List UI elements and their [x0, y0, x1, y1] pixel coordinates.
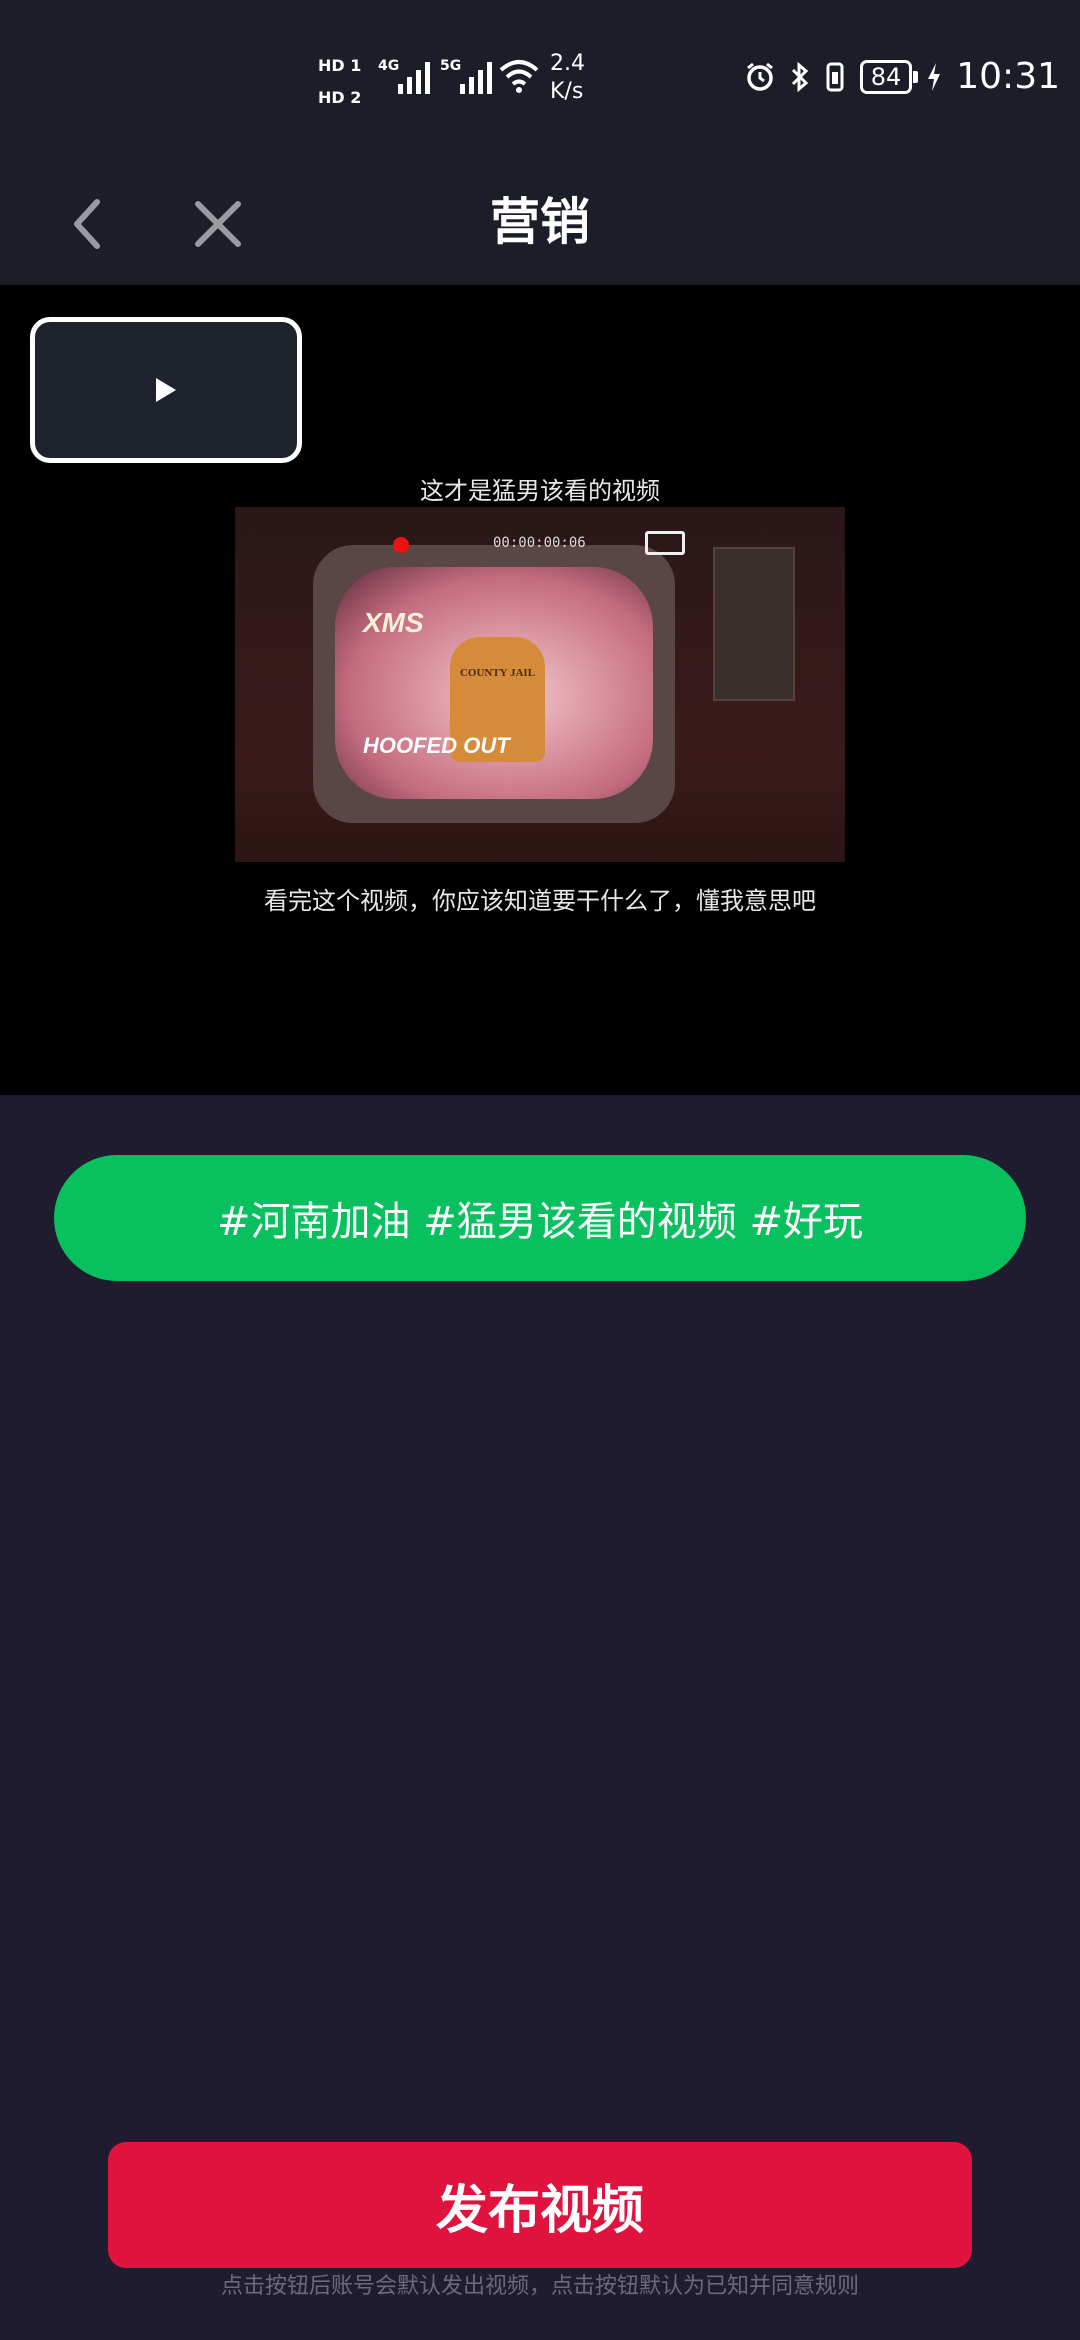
header-bar: 营销	[0, 160, 1080, 285]
video-caption-bottom: 看完这个视频，你应该知道要干什么了，懂我意思吧	[264, 887, 816, 915]
sig2-label: 5G	[440, 58, 462, 74]
record-dot-icon	[393, 537, 409, 553]
news-logo: XMS	[363, 607, 424, 638]
bluetooth-icon	[791, 61, 808, 92]
publish-notice: 点击按钮后账号会默认发出视频，点击按钮默认为已知并同意规则	[220, 2274, 859, 2299]
clock: 10:31	[956, 56, 1060, 97]
alarm-icon	[746, 62, 773, 91]
sig1-label: 4G	[378, 58, 400, 74]
tv-set: COUNTY JAIL XMS HOOFED OUT	[313, 545, 675, 823]
status-right: 84 10:31	[744, 56, 1060, 97]
video-frame: COUNTY JAIL XMS HOOFED OUT 00:00:00:06	[235, 507, 845, 862]
battery-indicator: 84	[859, 59, 918, 94]
sign-text: COUNTY JAIL	[459, 667, 536, 679]
signal-bars-icon	[398, 60, 430, 94]
play-button[interactable]	[30, 317, 302, 463]
hd1-label: HD 1	[318, 56, 362, 75]
tv-control-panel	[713, 547, 795, 701]
play-icon	[156, 378, 176, 402]
publish-video-button[interactable]: 发布视频	[108, 2142, 972, 2268]
signal-bars-icon-2	[460, 60, 492, 94]
tv-screen: COUNTY JAIL XMS HOOFED OUT	[335, 567, 653, 799]
status-bar: HD 1 HD 2 4G 5G 2.4 K/s 84 10:31	[0, 0, 1080, 160]
page-title: 营销	[490, 193, 590, 251]
speed-unit: K/s	[550, 79, 584, 104]
network-speed: 2.4 K/s	[550, 50, 585, 106]
video-player[interactable]: 这才是猛男该看的视频 COUNTY JAIL XMS HOOFED OUT 00…	[0, 285, 1080, 1095]
vibrate-icon	[826, 62, 844, 91]
hashtag-button[interactable]: #河南加油 #猛男该看的视频 #好玩	[54, 1155, 1026, 1281]
charging-icon	[928, 62, 941, 91]
camera-battery-icon	[645, 531, 685, 555]
hd2-label: HD 2	[318, 88, 362, 107]
wifi-icon	[499, 60, 539, 93]
news-headline: HOOFED OUT	[363, 733, 510, 758]
timecode: 00:00:00:06	[493, 535, 586, 551]
video-caption-top: 这才是猛男该看的视频	[420, 477, 660, 505]
hd-indicator: HD 1 HD 2	[318, 50, 361, 114]
speed-value: 2.4	[550, 51, 585, 76]
